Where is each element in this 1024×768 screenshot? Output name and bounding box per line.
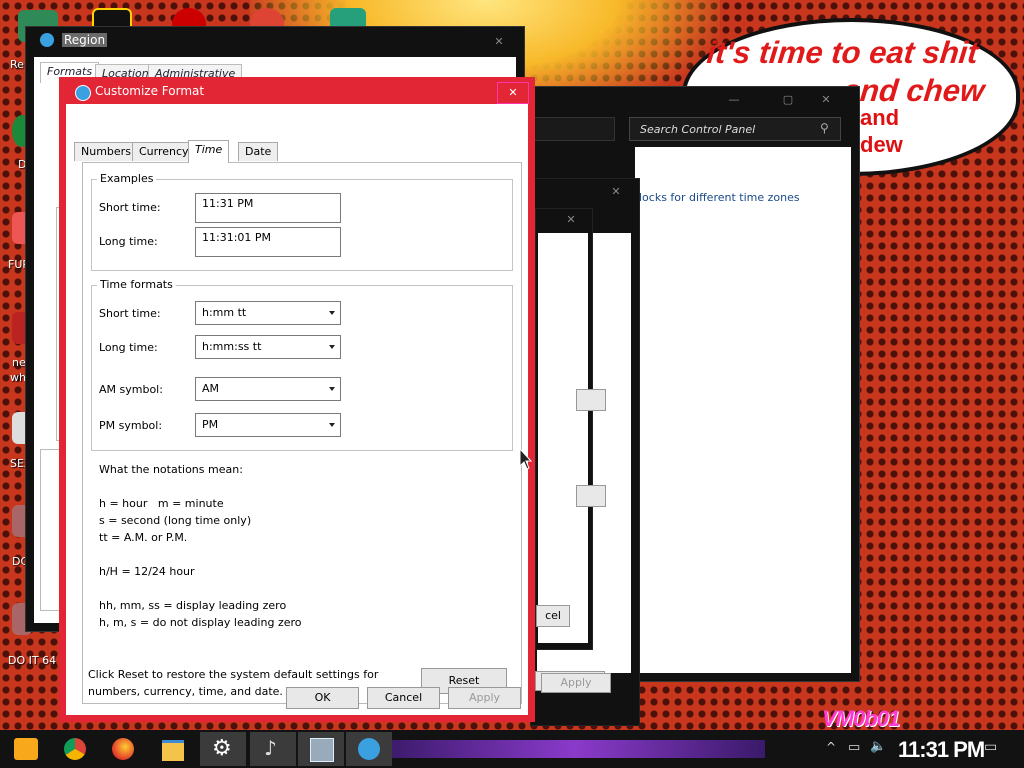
firefox-taskbar-button[interactable]	[100, 732, 146, 766]
pm-symbol-select[interactable]: PM	[195, 413, 341, 437]
time-formats-legend: Time formats	[97, 278, 176, 291]
media-taskbar-button[interactable]: ♪	[250, 732, 296, 766]
search-box[interactable]: Search Control Panel ⚲	[629, 117, 841, 141]
globe-icon	[75, 85, 91, 101]
chrome-taskbar-button[interactable]	[52, 732, 98, 766]
tab-numbers[interactable]: Numbers	[74, 142, 138, 161]
address-bar[interactable]	[533, 117, 615, 141]
long-time-select-value: h:mm:ss tt	[202, 340, 262, 353]
cancel-button[interactable]: Cancel	[367, 687, 440, 709]
chevron-down-icon	[329, 423, 335, 427]
dialog-title: Customize Format	[95, 84, 205, 98]
nested-window-content	[538, 233, 588, 643]
reset-description: Click Reset to restore the system defaul…	[88, 668, 379, 698]
am-symbol-label: AM symbol:	[99, 383, 163, 396]
short-time-example-value: 11:31 PM	[195, 193, 341, 223]
long-time-label: Long time:	[99, 341, 158, 354]
dialog-body: Numbers Currency Time Date Examples Shor…	[66, 104, 528, 715]
globe-icon	[358, 738, 380, 760]
notation-line: h = hour m = minute	[99, 497, 224, 510]
examples-legend: Examples	[97, 172, 157, 185]
desktop-icon-label: ne	[12, 356, 26, 369]
close-icon[interactable]: ✕	[556, 211, 586, 229]
short-time-label: Short time:	[99, 307, 161, 320]
search-input[interactable]: Search Control Panel	[640, 123, 755, 136]
region-taskbar-button[interactable]	[346, 732, 392, 766]
clocks-link[interactable]: locks for different time zones	[639, 191, 800, 204]
pm-symbol-label: PM symbol:	[99, 419, 163, 432]
maximize-icon[interactable]: ▢	[773, 91, 803, 109]
tab-currency[interactable]: Currency	[132, 142, 196, 161]
start-button[interactable]	[2, 732, 48, 766]
search-icon[interactable]: ⚲	[820, 121, 829, 135]
guitar-icon: ♪	[264, 736, 277, 760]
volume-icon[interactable]: 🔈	[870, 739, 886, 754]
notation-line: h/H = 12/24 hour	[99, 565, 195, 578]
control-panel-icon	[310, 738, 334, 762]
am-symbol-select[interactable]: AM	[195, 377, 341, 401]
pm-symbol-select-value: PM	[202, 418, 219, 431]
bubble-line-1: it's time to eat shit	[705, 35, 980, 70]
close-icon[interactable]: ✕	[484, 33, 514, 51]
time-tab-panel: Examples Short time: 11:31 PM Long time:…	[82, 162, 522, 704]
folder-icon	[162, 740, 184, 761]
chevron-down-icon	[329, 345, 335, 349]
nested-button[interactable]	[576, 485, 606, 507]
action-center-icon[interactable]: ▭	[984, 739, 997, 755]
long-time-example-label: Long time:	[99, 235, 158, 248]
tab-date[interactable]: Date	[238, 142, 279, 161]
notation-line: tt = A.M. or P.M.	[99, 531, 188, 544]
nested-window: ✕ cel	[535, 208, 606, 650]
firefox-icon	[112, 738, 134, 760]
watermark-text: VM0b01	[822, 706, 900, 731]
region-window-title: Region	[62, 33, 108, 47]
notations-heading: What the notations mean:	[99, 463, 243, 476]
settings-taskbar-button[interactable]: ⚙	[200, 732, 246, 766]
taskbar-decoration	[385, 740, 765, 758]
control-panel-taskbar-button[interactable]	[298, 732, 344, 766]
gear-icon: ⚙	[212, 736, 232, 761]
customize-format-dialog: Customize Format ✕ Numbers Currency Time…	[59, 77, 535, 722]
short-time-select[interactable]: h:mm tt	[195, 301, 341, 325]
notation-line: h, m, s = do not display leading zero	[99, 616, 302, 629]
notation-line: s = second (long time only)	[99, 514, 252, 527]
taskbar: ⚙ ♪ ^ ▭ 🔈 ▭	[0, 730, 1024, 768]
globe-icon	[40, 33, 54, 47]
close-button[interactable]: ✕	[497, 82, 529, 104]
chevron-down-icon	[329, 311, 335, 315]
minimize-icon[interactable]: —	[719, 91, 749, 109]
short-time-example-label: Short time:	[99, 201, 161, 214]
network-icon[interactable]: ▭	[848, 740, 860, 755]
nested-cancel-button[interactable]: cel	[536, 605, 570, 627]
explorer-taskbar-button[interactable]	[150, 732, 196, 766]
nested-button[interactable]	[576, 389, 606, 411]
long-time-select[interactable]: h:mm:ss tt	[195, 335, 341, 359]
apply-button[interactable]: Apply	[448, 687, 521, 709]
short-time-select-value: h:mm tt	[202, 306, 247, 319]
long-time-example-value: 11:31:01 PM	[195, 227, 341, 257]
control-panel-content: locks for different time zones	[635, 147, 851, 673]
start-icon	[14, 738, 38, 760]
close-icon[interactable]: ✕	[811, 91, 841, 109]
desktop-icon-label: wh	[10, 371, 26, 384]
bubble-line-4: dew	[860, 132, 903, 157]
dt-apply-button[interactable]: Apply	[541, 673, 611, 693]
bubble-line-3: and	[860, 105, 900, 130]
ok-button[interactable]: OK	[286, 687, 359, 709]
taskbar-clock[interactable]: 11:31 PM	[898, 737, 985, 763]
notation-line: hh, mm, ss = display leading zero	[99, 599, 287, 612]
close-icon[interactable]: ✕	[601, 183, 631, 201]
am-symbol-select-value: AM	[202, 382, 220, 395]
mouse-cursor-icon	[519, 448, 532, 470]
desktop-icon-label: Re	[10, 58, 24, 71]
chrome-icon	[64, 738, 86, 760]
chevron-down-icon	[329, 387, 335, 391]
tab-time[interactable]: Time	[188, 140, 230, 163]
chevron-up-icon[interactable]: ^	[826, 740, 836, 754]
